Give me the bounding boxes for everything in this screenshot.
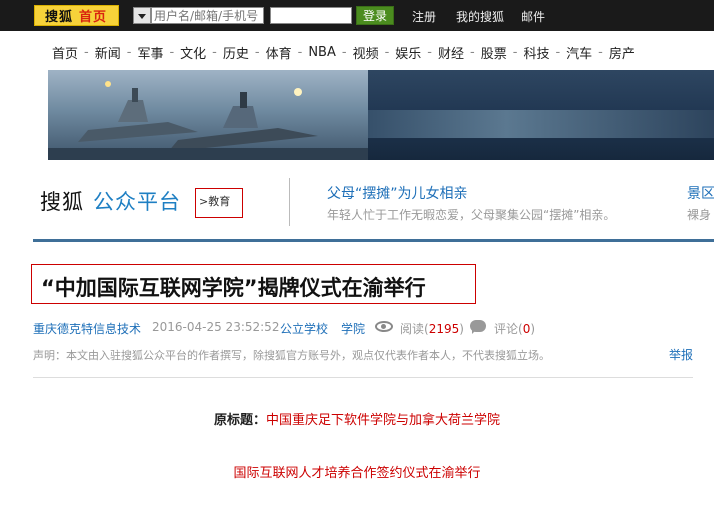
nav-item-sports[interactable]: 体育 — [266, 43, 292, 62]
channel-nav: 首页 - 新闻 - 军事 - 文化 - 历史 - 体育 - NBA - 视频 - 娱乐 - 财经 -… — [52, 43, 635, 62]
nav-item-nba[interactable]: NBA — [308, 45, 336, 60]
nav-item-history[interactable]: 历史 — [223, 43, 249, 62]
login-button[interactable]: 登录 — [356, 6, 394, 25]
ocean-artwork — [368, 70, 714, 160]
brand-public-platform[interactable]: 公众平台 — [93, 186, 181, 216]
mail-link[interactable]: 邮件 — [521, 8, 545, 25]
my-sohu-link[interactable]: 我的搜狐 — [456, 8, 504, 25]
comment-label: 评论 — [494, 322, 519, 336]
logo-home-text: 首页 — [79, 10, 108, 25]
nav-item-realestate[interactable]: 房产 — [609, 43, 635, 62]
author-link[interactable]: 重庆德克特信息技术 — [33, 320, 141, 337]
comment-icon — [470, 320, 486, 334]
category-link-education[interactable]: >教育 — [195, 188, 243, 218]
nav-item-news[interactable]: 新闻 — [95, 43, 121, 62]
password-input[interactable] — [270, 7, 352, 24]
eye-icon — [375, 321, 393, 332]
header-rule — [33, 239, 714, 242]
recommend-title-1[interactable]: 父母“摆摊”为儿女相亲 — [327, 183, 468, 203]
register-link[interactable]: 注册 — [412, 8, 436, 25]
nav-item-auto[interactable]: 汽车 — [566, 43, 592, 62]
brand-sohu[interactable]: 搜狐 — [40, 186, 84, 216]
game-ad-banner[interactable] — [48, 70, 714, 160]
publish-time: 2016-04-25 23:52:52 — [152, 320, 280, 334]
article-title: “中加国际互联网学院”揭牌仪式在渝举行 — [41, 276, 426, 300]
original-title-value: 中国重庆足下软件学院与加拿大荷兰学院 — [266, 413, 501, 428]
read-stat: 阅读(2195) — [400, 322, 464, 336]
nav-item-finance[interactable]: 财经 — [438, 43, 464, 62]
warship-illustration — [48, 81, 368, 160]
username-input[interactable] — [151, 7, 264, 24]
report-link[interactable]: 举报 — [669, 346, 693, 363]
nav-item-video[interactable]: 视频 — [353, 43, 379, 62]
nav-item-home[interactable]: 首页 — [52, 43, 78, 62]
tag-college[interactable]: 学院 — [341, 320, 365, 337]
login-type-dropdown-icon[interactable] — [133, 7, 151, 24]
article-subtitle: 国际互联网人才培养合作签约仪式在渝举行 — [233, 466, 481, 481]
nav-item-culture[interactable]: 文化 — [180, 43, 206, 62]
nav-item-stocks[interactable]: 股票 — [481, 43, 507, 62]
sohu-home-logo[interactable]: 搜狐 首页 — [34, 5, 119, 26]
content-divider — [33, 377, 693, 378]
header-divider — [289, 178, 290, 226]
read-label: 阅读 — [400, 322, 425, 336]
top-bar: 搜狐 首页 登录 注册 我的搜狐 邮件 — [0, 0, 714, 31]
original-title-line: 原标题：中国重庆足下软件学院与加拿大荷兰学院 — [0, 409, 714, 428]
nav-item-tech[interactable]: 科技 — [523, 43, 549, 62]
recommend-desc-2: 裸身 — [687, 208, 712, 222]
comment-link[interactable]: 评论(0) — [494, 320, 535, 337]
nav-item-entertainment[interactable]: 娱乐 — [395, 43, 421, 62]
logo-text: 搜狐 — [45, 10, 74, 25]
recommend-title-2[interactable]: 景区 — [687, 183, 714, 203]
original-title-label: 原标题： — [213, 413, 266, 428]
warship-artwork — [48, 70, 368, 160]
read-count: 2195 — [428, 322, 460, 336]
nav-item-military[interactable]: 军事 — [137, 43, 163, 62]
disclaimer-text: 声明：本文由入驻搜狐公众平台的作者撰写，除搜狐官方账号外，观点仅代表作者本人，不… — [33, 349, 550, 362]
recommend-desc-1: 年轻人忙于工作无暇恋爱，父母聚集公园“摆摊”相亲。 — [327, 208, 616, 222]
tag-public-school[interactable]: 公立学校 — [280, 320, 328, 337]
